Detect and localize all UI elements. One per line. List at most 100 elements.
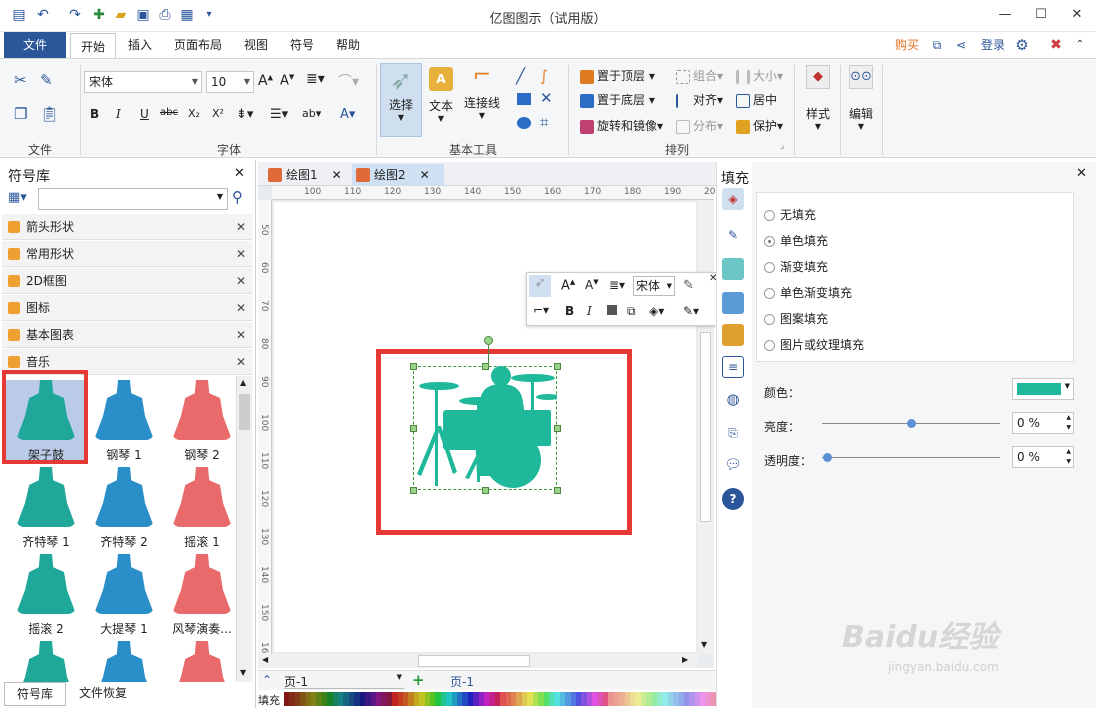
attachment-icon[interactable]: ⎘ [722, 422, 744, 444]
page-tab[interactable]: 页-1 [450, 673, 474, 690]
close-tab-icon[interactable]: ✕ [420, 168, 430, 182]
scroll-down-icon[interactable]: ▼ [240, 668, 246, 677]
drum-kit-shape[interactable] [413, 366, 557, 490]
minimize-button[interactable]: — [990, 4, 1020, 26]
tab-symbol[interactable]: 符号 [282, 32, 322, 58]
paste-icon[interactable]: 📋︎ [40, 105, 59, 123]
resize-handle[interactable] [482, 487, 489, 494]
library-shape-item[interactable]: 齐特琴 1 [6, 467, 86, 550]
tab-home[interactable]: 开始 [70, 33, 116, 58]
resize-handle[interactable] [554, 487, 561, 494]
bold-icon[interactable]: B [565, 304, 574, 318]
close-category-icon[interactable]: ✕ [236, 214, 246, 240]
tab-file-recovery[interactable]: 文件恢复 [72, 682, 134, 706]
strikethrough-icon[interactable]: abc [160, 107, 178, 118]
radio-solid-fill[interactable]: 单色填充 [764, 232, 828, 249]
share-icon[interactable]: ⋖ [952, 32, 970, 58]
brightness-knob[interactable] [907, 419, 916, 428]
pointer-icon[interactable]: ➶ [529, 275, 551, 297]
fill-icon[interactable]: ◈ [722, 188, 744, 210]
tab-insert[interactable]: 插入 [120, 32, 160, 58]
rectangle-icon[interactable] [517, 93, 531, 105]
library-category[interactable]: 常用形状 ✕ [2, 241, 252, 267]
library-shape-item[interactable]: 摇滚 1 [162, 467, 236, 550]
tab-help[interactable]: 帮助 [328, 32, 368, 58]
vertical-scrollbar[interactable]: ▼ [698, 200, 714, 654]
bullets-icon[interactable]: ☰▾ [270, 107, 288, 122]
decrease-font-icon[interactable]: A▼ [585, 278, 599, 292]
chevron-up-icon[interactable]: ⌃ [262, 673, 272, 687]
connector-tool-button[interactable]: ⌐ 连接线 ▼ [460, 63, 504, 137]
scroll-right-icon[interactable]: ▶ [682, 655, 688, 664]
protect-button[interactable]: 保护▾ [736, 117, 783, 134]
resize-handle[interactable] [410, 425, 417, 432]
library-shape-item[interactable] [162, 641, 236, 682]
library-search-input[interactable]: ▼ [38, 188, 228, 210]
text-tool-button[interactable]: A 文本 ▼ [424, 63, 458, 137]
resize-handle[interactable] [482, 363, 489, 370]
increase-font-icon[interactable]: A▲ [561, 278, 575, 293]
doc-tab-1[interactable]: 绘图1 ✕ [264, 164, 352, 186]
scroll-down-icon[interactable]: ▼ [701, 640, 707, 649]
radio-picture-fill[interactable]: 图片或纹理填充 [764, 336, 864, 353]
font-name-select[interactable]: 宋体 ▼ [84, 71, 202, 93]
text-align-icon[interactable]: ≣▾ [306, 71, 325, 87]
subscript-icon[interactable]: X₂ [188, 107, 200, 120]
crop-icon[interactable]: ⌗ [540, 113, 548, 131]
scroll-up-icon[interactable]: ▲ [240, 378, 246, 387]
radio-pattern-fill[interactable]: 图案填充 [764, 310, 828, 327]
fill-drop-icon[interactable]: ◈▾ [649, 304, 664, 318]
font-color-icon[interactable]: A▾ [340, 107, 355, 122]
center-button[interactable]: 居中 [736, 91, 777, 108]
edit-button[interactable]: ⊙⊙ 编辑 ▼ [842, 65, 880, 151]
radio-gradient-fill[interactable]: 渐变填充 [764, 258, 828, 275]
italic-icon[interactable]: I [587, 304, 592, 318]
resize-handle[interactable] [554, 363, 561, 370]
cut-icon[interactable]: ✂ [14, 71, 27, 89]
scroll-thumb[interactable] [239, 394, 250, 430]
connector-icon[interactable]: ⌐▾ [533, 303, 549, 317]
close-category-icon[interactable]: ✕ [236, 349, 246, 375]
library-shape-item[interactable] [6, 641, 86, 682]
select-tool-button[interactable]: ➶ 选择 ▼ [380, 63, 422, 137]
transparency-knob[interactable] [823, 453, 832, 462]
login-link[interactable]: 登录 [976, 32, 1010, 58]
tab-view[interactable]: 视图 [236, 32, 276, 58]
cross-icon[interactable]: ✕ [540, 89, 553, 107]
italic-icon[interactable]: I [116, 107, 121, 121]
comment-icon[interactable]: 💬︎ [722, 454, 744, 476]
radio-mono-gradient-fill[interactable]: 单色渐变填充 [764, 284, 852, 301]
transparency-slider[interactable] [822, 457, 1000, 458]
curve-icon[interactable]: ∫ [540, 67, 548, 85]
tab-symbol-library[interactable]: 符号库 [4, 682, 66, 706]
close-panel-icon[interactable]: ✕ [1076, 166, 1087, 181]
add-page-icon[interactable]: + [412, 671, 425, 689]
resize-handle[interactable] [410, 363, 417, 370]
size-button[interactable]: 大小▾ [736, 67, 783, 84]
format-painter-icon[interactable]: ✎ [683, 278, 694, 293]
help-icon[interactable]: ? [722, 488, 744, 510]
bold-icon[interactable]: B [90, 107, 99, 121]
library-shape-item[interactable]: 大提琴 1 [84, 554, 164, 637]
indent-icon[interactable]: ⇟▾ [236, 107, 253, 122]
brightness-spinner[interactable]: 0 % ▲ ▼ [1012, 412, 1074, 434]
line-spacing-icon[interactable]: ⌒▾ [338, 71, 359, 91]
share-window-icon[interactable]: ⧉ [928, 32, 946, 58]
superscript-icon[interactable]: X² [212, 107, 224, 120]
line-icon[interactable]: ╱ [516, 67, 525, 85]
line-style-icon[interactable]: ✎ [722, 224, 744, 246]
close-category-icon[interactable]: ✕ [236, 268, 246, 294]
library-scrollbar[interactable]: ▲ ▼ [236, 376, 252, 682]
library-shape-item[interactable]: 钢琴 2 [162, 380, 236, 463]
library-shape-item[interactable]: 钢琴 1 [84, 380, 164, 463]
underline-icon[interactable]: U [140, 107, 149, 121]
transparency-spinner[interactable]: 0 % ▲ ▼ [1012, 446, 1074, 468]
scroll-left-icon[interactable]: ◀ [262, 655, 268, 664]
send-to-back-button[interactable]: 置于底层 ▾ [580, 91, 655, 108]
library-menu-icon[interactable]: ▦▾ [8, 190, 34, 208]
color-picker[interactable]: ▼ [1012, 378, 1074, 400]
shadow-style-icon[interactable] [722, 258, 744, 280]
mini-font-select[interactable]: 宋体 ▼ [633, 276, 675, 296]
library-shape-item[interactable]: 风琴演奏... [162, 554, 236, 637]
library-shape-item[interactable]: 齐特琴 2 [84, 467, 164, 550]
